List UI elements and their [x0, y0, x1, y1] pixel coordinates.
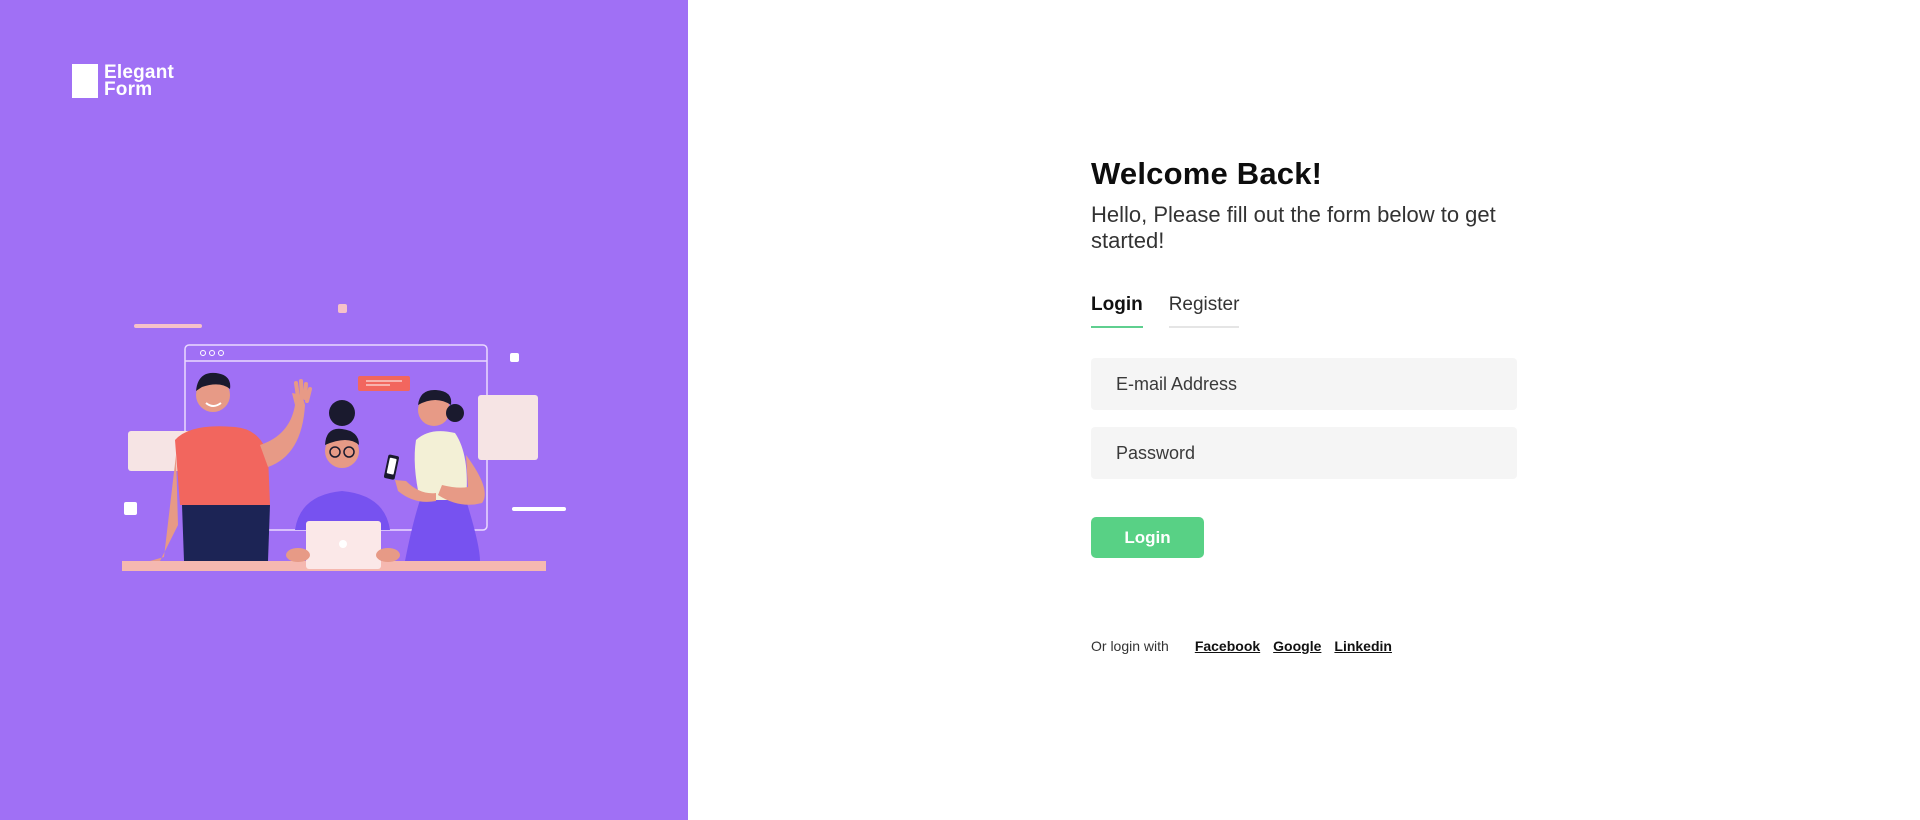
linkedin-link[interactable]: Linkedin: [1334, 638, 1392, 654]
team-illustration: [122, 304, 566, 571]
tab-login[interactable]: Login: [1091, 294, 1143, 328]
page-title: Welcome Back!: [1091, 156, 1323, 191]
social-login-prompt: Or login with: [1091, 638, 1169, 654]
facebook-link[interactable]: Facebook: [1195, 638, 1260, 654]
brand-panel: Elegant Form: [0, 0, 688, 820]
email-field[interactable]: [1091, 358, 1517, 410]
password-field[interactable]: [1091, 427, 1517, 479]
page-subtitle: Hello, Please fill out the form below to…: [1091, 202, 1496, 253]
tab-register[interactable]: Register: [1168, 294, 1240, 328]
form-panel: Welcome Back! Hello, Please fill out the…: [688, 0, 1920, 820]
login-form: Welcome Back! Hello, Please fill out the…: [1091, 156, 1521, 654]
logo-stamp-icon: [72, 64, 98, 98]
auth-tabs: Login Register: [1091, 294, 1521, 328]
logo-text: Elegant Form: [104, 63, 174, 100]
google-link[interactable]: Google: [1273, 638, 1321, 654]
logo-line-2: Form: [104, 79, 153, 100]
login-button[interactable]: Login: [1091, 517, 1204, 558]
social-login: Or login with Facebook Google Linkedin: [1091, 638, 1521, 654]
logo[interactable]: Elegant Form: [72, 63, 174, 100]
